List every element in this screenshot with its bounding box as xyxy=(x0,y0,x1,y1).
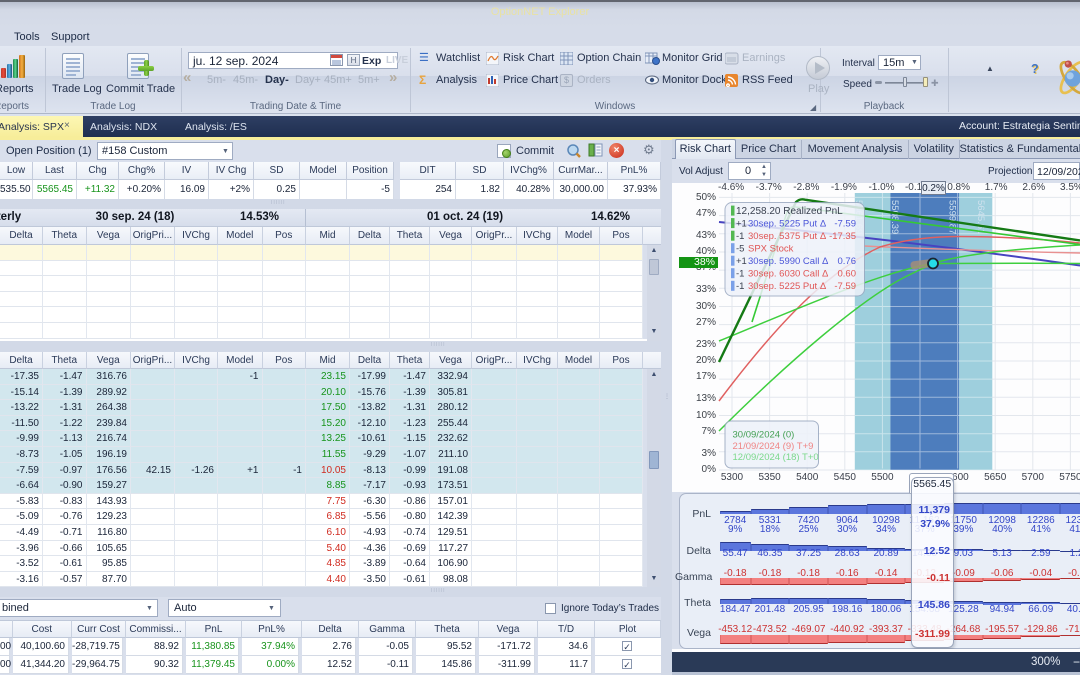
svg-text:-7.59: -7.59 xyxy=(834,281,856,292)
svg-text:-5: -5 xyxy=(736,243,744,254)
svg-text:30/09/2024 (0): 30/09/2024 (0) xyxy=(733,430,795,441)
svg-text:+1: +1 xyxy=(736,218,747,229)
svg-text:30sep. 5225 Put Δ: 30sep. 5225 Put Δ xyxy=(748,281,827,292)
svg-text:30sep. 6030 Call Δ: 30sep. 6030 Call Δ xyxy=(748,268,829,279)
svg-text:0.60: 0.60 xyxy=(838,268,857,279)
svg-text:5645.61: 5645.61 xyxy=(975,200,986,234)
svg-text:SPX Stock: SPX Stock xyxy=(748,243,794,254)
svg-text:0.76: 0.76 xyxy=(838,256,857,267)
svg-text:30sep. 5375 Put Δ: 30sep. 5375 Put Δ xyxy=(748,231,827,242)
svg-text:-1: -1 xyxy=(736,268,744,279)
svg-text:-7.59: -7.59 xyxy=(834,218,856,229)
svg-text:30sep. 5990 Call Δ: 30sep. 5990 Call Δ xyxy=(748,256,829,267)
svg-text:+1: +1 xyxy=(736,256,747,267)
svg-text:21/09/2024 (9) T+9: 21/09/2024 (9) T+9 xyxy=(733,441,814,452)
svg-text:-1: -1 xyxy=(736,281,744,292)
svg-text:5508.39: 5508.39 xyxy=(889,200,900,234)
svg-text:30sep. 5225 Put Δ: 30sep. 5225 Put Δ xyxy=(748,218,827,229)
svg-text:5599.87: 5599.87 xyxy=(947,200,958,234)
svg-text:12/09/2024 (18) T+0: 12/09/2024 (18) T+0 xyxy=(733,452,819,463)
svg-text:-1: -1 xyxy=(736,231,744,242)
svg-text:12,258.20 Realized PnL: 12,258.20 Realized PnL xyxy=(736,206,843,217)
svg-text:-17.35: -17.35 xyxy=(829,231,856,242)
